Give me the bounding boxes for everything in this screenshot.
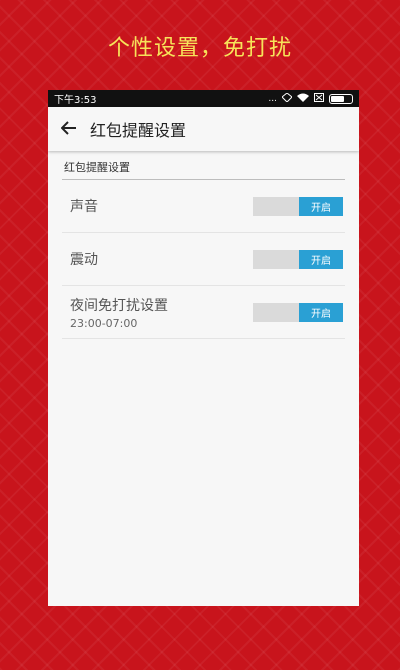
app-bar: 红包提醒设置 [48,107,359,151]
setting-label-vibrate: 震动 [70,252,98,268]
night-dnd-toggle[interactable]: 开启 [253,302,343,322]
wifi-icon [297,93,309,105]
setting-row-night-dnd: 夜间免打扰设置 23:00-07:00 开启 [62,286,345,339]
night-dnd-time-range: 23:00-07:00 [70,316,138,330]
status-time: 下午3:53 [54,95,97,106]
dots-icon: ... [268,93,277,104]
night-dnd-toggle-on-label: 开启 [299,302,343,322]
setting-row-sound: 声音 开启 [62,180,345,233]
phone-screen: 下午3:53 ... 红包提醒设置 红包提醒设置 声音 开启 震动 开启 夜间免… [48,90,359,606]
sound-toggle-on-label: 开启 [299,196,343,216]
vibrate-toggle[interactable]: 开启 [253,249,343,269]
night-dnd-text: 夜间免打扰设置 23:00-07:00 [70,295,168,330]
sim-icon [314,92,324,105]
section-header: 红包提醒设置 [62,157,345,180]
battery-icon [329,93,353,104]
promo-title: 个性设置，免打扰 [107,36,292,61]
status-bar: 下午3:53 ... [48,90,359,107]
setting-label-sound: 声音 [70,199,98,215]
setting-label-night-dnd: 夜间免打扰设置 [70,297,168,314]
setting-row-vibrate: 震动 开启 [62,233,345,286]
back-button[interactable] [48,107,90,151]
page-title: 红包提醒设置 [90,121,187,140]
status-icons: ... [268,91,353,105]
vibrate-toggle-on-label: 开启 [299,249,343,269]
battery-level [331,95,345,102]
signal-icon [281,91,293,105]
back-arrow-icon [60,120,77,139]
sound-toggle[interactable]: 开启 [253,196,343,216]
